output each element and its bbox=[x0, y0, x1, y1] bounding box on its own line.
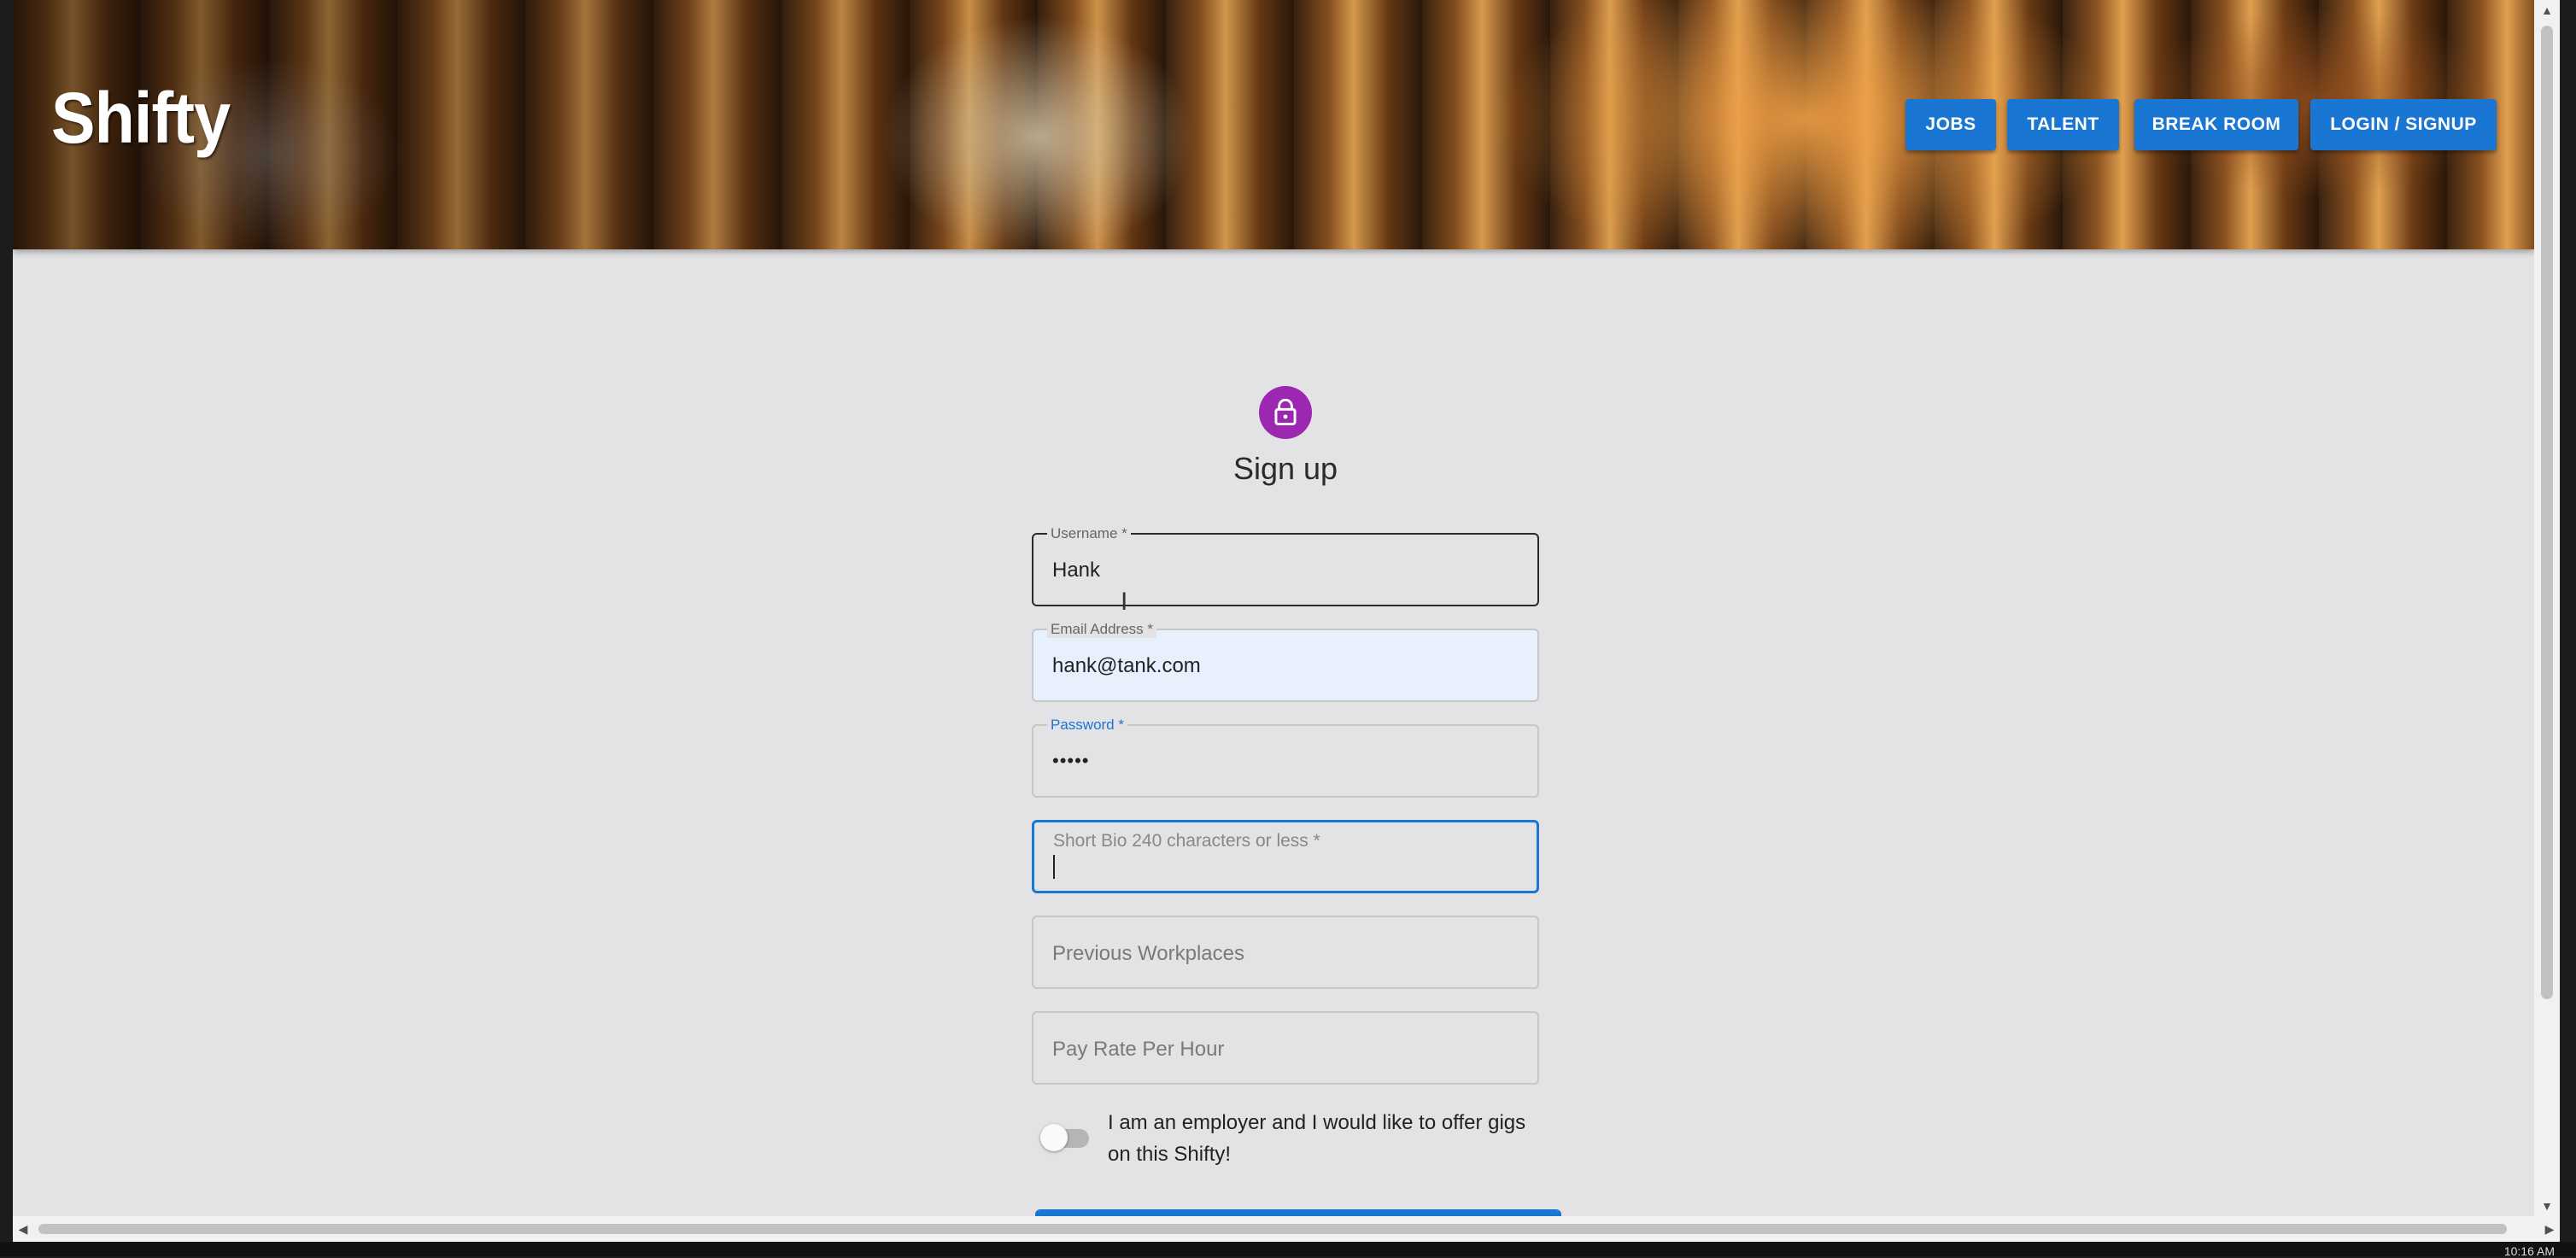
workplaces-field[interactable]: Previous Workplaces bbox=[1032, 916, 1539, 989]
pay-rate-field[interactable]: Pay Rate Per Hour bbox=[1032, 1011, 1539, 1085]
horizontal-scroll-thumb[interactable] bbox=[38, 1224, 2507, 1234]
username-field[interactable]: Username * Hank bbox=[1032, 525, 1539, 606]
scroll-right-icon[interactable]: ▶ bbox=[2539, 1216, 2560, 1242]
horizontal-scrollbar[interactable]: ◀ ▶ bbox=[13, 1216, 2560, 1242]
nav-login-signup-button[interactable]: LOGIN / SIGNUP bbox=[2310, 99, 2497, 150]
text-caret bbox=[1053, 855, 1055, 879]
email-label: Email Address * bbox=[1047, 621, 1156, 638]
password-label: Password * bbox=[1047, 717, 1127, 734]
scroll-up-icon[interactable]: ▲ bbox=[2534, 0, 2560, 20]
brand-logo[interactable]: Shifty bbox=[51, 82, 231, 154]
vertical-scrollbar[interactable]: ▲ ▼ bbox=[2534, 0, 2560, 1216]
password-field[interactable]: Password * ••••• bbox=[1032, 717, 1539, 798]
lock-avatar bbox=[1259, 386, 1312, 439]
vertical-scroll-thumb[interactable] bbox=[2541, 26, 2553, 999]
scroll-left-icon[interactable]: ◀ bbox=[13, 1216, 33, 1242]
workplaces-placeholder: Previous Workplaces bbox=[1052, 942, 1244, 965]
email-field[interactable]: Email Address * hank@tank.com bbox=[1032, 621, 1539, 702]
username-value: Hank bbox=[1052, 559, 1101, 582]
page-viewport: Shifty JOBS TALENT BREAK ROOM LOGIN / SI… bbox=[13, 0, 2534, 1216]
header-banner: Shifty JOBS TALENT BREAK ROOM LOGIN / SI… bbox=[13, 0, 2534, 249]
pay-rate-placeholder: Pay Rate Per Hour bbox=[1052, 1038, 1225, 1061]
bio-label: Short Bio 240 characters or less * bbox=[1053, 831, 1320, 851]
username-label: Username * bbox=[1047, 525, 1131, 542]
text-cursor-icon: I bbox=[1121, 588, 1128, 616]
nav-break-room-button[interactable]: BREAK ROOM bbox=[2134, 99, 2298, 150]
password-value: ••••• bbox=[1052, 750, 1090, 771]
employer-toggle-label: I am an employer and I would like to off… bbox=[1108, 1111, 1526, 1166]
nav-jobs-button[interactable]: JOBS bbox=[1906, 99, 1996, 150]
email-value: hank@tank.com bbox=[1052, 654, 1201, 677]
lock-icon bbox=[1274, 399, 1297, 426]
bio-field[interactable]: Short Bio 240 characters or less * bbox=[1032, 820, 1539, 893]
form-title: Sign up bbox=[1232, 451, 1338, 486]
scroll-down-icon[interactable]: ▼ bbox=[2534, 1196, 2560, 1216]
nav-talent-button[interactable]: TALENT bbox=[2007, 99, 2119, 150]
submit-button[interactable] bbox=[1035, 1209, 1561, 1216]
employer-toggle-thumb[interactable] bbox=[1040, 1124, 1068, 1151]
os-taskbar bbox=[0, 1242, 2576, 1256]
